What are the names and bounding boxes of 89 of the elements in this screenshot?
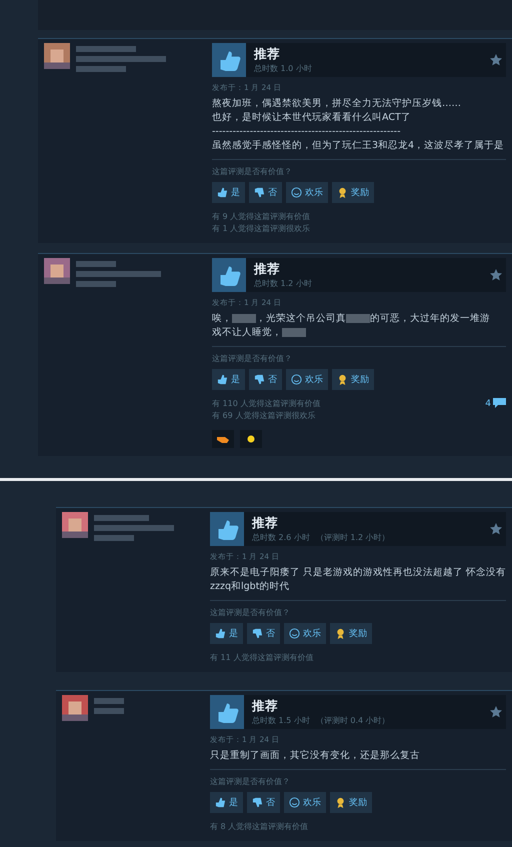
review-text: ------------------------------------------------------- xyxy=(212,126,401,137)
blurred-text xyxy=(94,515,149,521)
star-icon[interactable] xyxy=(490,269,502,281)
blurred-avatar xyxy=(44,43,70,69)
medal-icon xyxy=(337,374,348,385)
thumbs-up-icon xyxy=(210,695,244,729)
hand-award-icon xyxy=(216,434,230,444)
smiley-icon xyxy=(291,374,302,385)
blurred-text xyxy=(94,698,124,704)
yes-vote-button[interactable]: 是 xyxy=(210,623,243,644)
review-text: ，光荣这个吊公司真 xyxy=(256,313,346,324)
playtime-at-review: （评测时 0.4 小时） xyxy=(316,715,390,726)
medal-icon xyxy=(335,628,346,639)
thumbs-down-icon xyxy=(252,797,263,808)
vote-count: 有 11 人觉得这篇评测有价值 xyxy=(210,652,314,664)
review-text: 的可恶，大过年的发一堆游 xyxy=(370,313,490,324)
medal-icon xyxy=(337,187,348,198)
no-vote-button[interactable]: 否 xyxy=(249,182,282,203)
blurred-text xyxy=(232,314,256,323)
blurred-text xyxy=(76,261,116,267)
review-text: 只是重制了画面，其它没有变化，还是那么复古 xyxy=(210,750,420,761)
medal-icon xyxy=(335,797,346,808)
yes-vote-button[interactable]: 是 xyxy=(212,182,245,203)
helpful-question: 这篇评测是否有价值？ xyxy=(212,353,293,364)
vote-count: 有 1 人觉得这篇评测很欢乐 xyxy=(212,223,310,235)
verdict-label: 推荐 xyxy=(252,515,279,532)
vote-count: 有 69 人觉得这篇评测很欢乐 xyxy=(212,410,316,422)
helpful-question: 这篇评测是否有价值？ xyxy=(212,166,293,177)
smiley-icon xyxy=(289,797,300,808)
vote-count: 有 110 人觉得这篇评测有价值 xyxy=(212,398,320,410)
award-vote-button[interactable]: 奖励 xyxy=(330,623,372,644)
smiley-icon xyxy=(289,628,300,639)
thumbs-up-icon xyxy=(210,512,244,546)
no-vote-button[interactable]: 否 xyxy=(249,369,282,390)
thumbs-up-icon xyxy=(212,258,246,292)
playtime-at-review: （评测时 1.2 小时） xyxy=(316,532,390,543)
star-icon[interactable] xyxy=(490,54,502,66)
comment-icon[interactable] xyxy=(493,398,506,409)
yes-vote-button[interactable]: 是 xyxy=(212,369,245,390)
review-text: 虽然感觉手感怪怪的，但为了玩仁王3和忍龙4，这波尽孝了属于是 xyxy=(212,140,504,151)
yes-vote-button[interactable]: 是 xyxy=(210,792,243,813)
thumbs-down-icon xyxy=(254,187,265,198)
blurred-avatar xyxy=(62,695,88,721)
smiley-icon xyxy=(291,187,302,198)
thumbs-down-icon xyxy=(254,374,265,385)
funny-vote-button[interactable]: 欢乐 xyxy=(286,182,328,203)
playtime: 总时数 1.0 小时 xyxy=(254,63,312,74)
vote-count: 有 9 人觉得这篇评测有价值 xyxy=(212,211,310,223)
funny-vote-button[interactable]: 欢乐 xyxy=(284,623,326,644)
no-vote-button[interactable]: 否 xyxy=(247,623,280,644)
blurred-text xyxy=(76,46,136,52)
blurred-avatar xyxy=(62,512,88,538)
blurred-avatar xyxy=(44,258,70,284)
funny-vote-button[interactable]: 欢乐 xyxy=(286,369,328,390)
review-text: 也好，是时候让本世代玩家看看什么叫ACT了 xyxy=(212,112,411,123)
award-vote-button[interactable]: 奖励 xyxy=(332,182,374,203)
vote-count: 有 8 人觉得这篇评测有价值 xyxy=(210,821,308,833)
thumbs-up-icon xyxy=(217,187,228,198)
review-text: 熬夜加班，偶遇禁欲美男，拼尽全力无法守护压岁钱…… xyxy=(212,98,461,109)
blurred-text xyxy=(76,66,126,72)
blurred-text xyxy=(282,328,306,337)
comment-count[interactable]: 4 xyxy=(485,398,491,408)
blurred-text xyxy=(76,281,116,287)
verdict-label: 推荐 xyxy=(254,261,281,278)
award-vote-button[interactable]: 奖励 xyxy=(332,369,374,390)
blurred-text xyxy=(346,314,370,323)
review-text: 戏不让人睡觉， xyxy=(212,327,282,338)
thumbs-up-icon xyxy=(215,628,226,639)
blurred-text xyxy=(94,708,124,714)
review-text: zzzq和lgbt的时代 xyxy=(210,581,290,592)
thumbs-up-icon xyxy=(217,374,228,385)
funny-vote-button[interactable]: 欢乐 xyxy=(284,792,326,813)
blurred-text xyxy=(94,535,134,541)
thumbs-down-icon xyxy=(252,628,263,639)
no-vote-button[interactable]: 否 xyxy=(247,792,280,813)
thumbs-up-icon xyxy=(215,797,226,808)
verdict-label: 推荐 xyxy=(252,698,279,715)
star-icon[interactable] xyxy=(490,523,502,535)
playtime: 总时数 2.6 小时 xyxy=(252,532,310,543)
verdict-label: 推荐 xyxy=(254,46,281,63)
playtime: 总时数 1.5 小时 xyxy=(252,715,310,726)
helpful-question: 这篇评测是否有价值？ xyxy=(210,607,291,618)
review-text: 原来不是电子阳痿了 只是老游戏的游戏性再也没法超越了 怀念没有 xyxy=(210,567,506,578)
playtime: 总时数 1.2 小时 xyxy=(254,278,312,289)
review-text: 唉， xyxy=(212,313,232,324)
star-icon[interactable] xyxy=(490,706,502,718)
helpful-question: 这篇评测是否有价值？ xyxy=(210,776,291,787)
award-vote-button[interactable]: 奖励 xyxy=(330,792,372,813)
thumbs-up-icon xyxy=(212,43,246,77)
